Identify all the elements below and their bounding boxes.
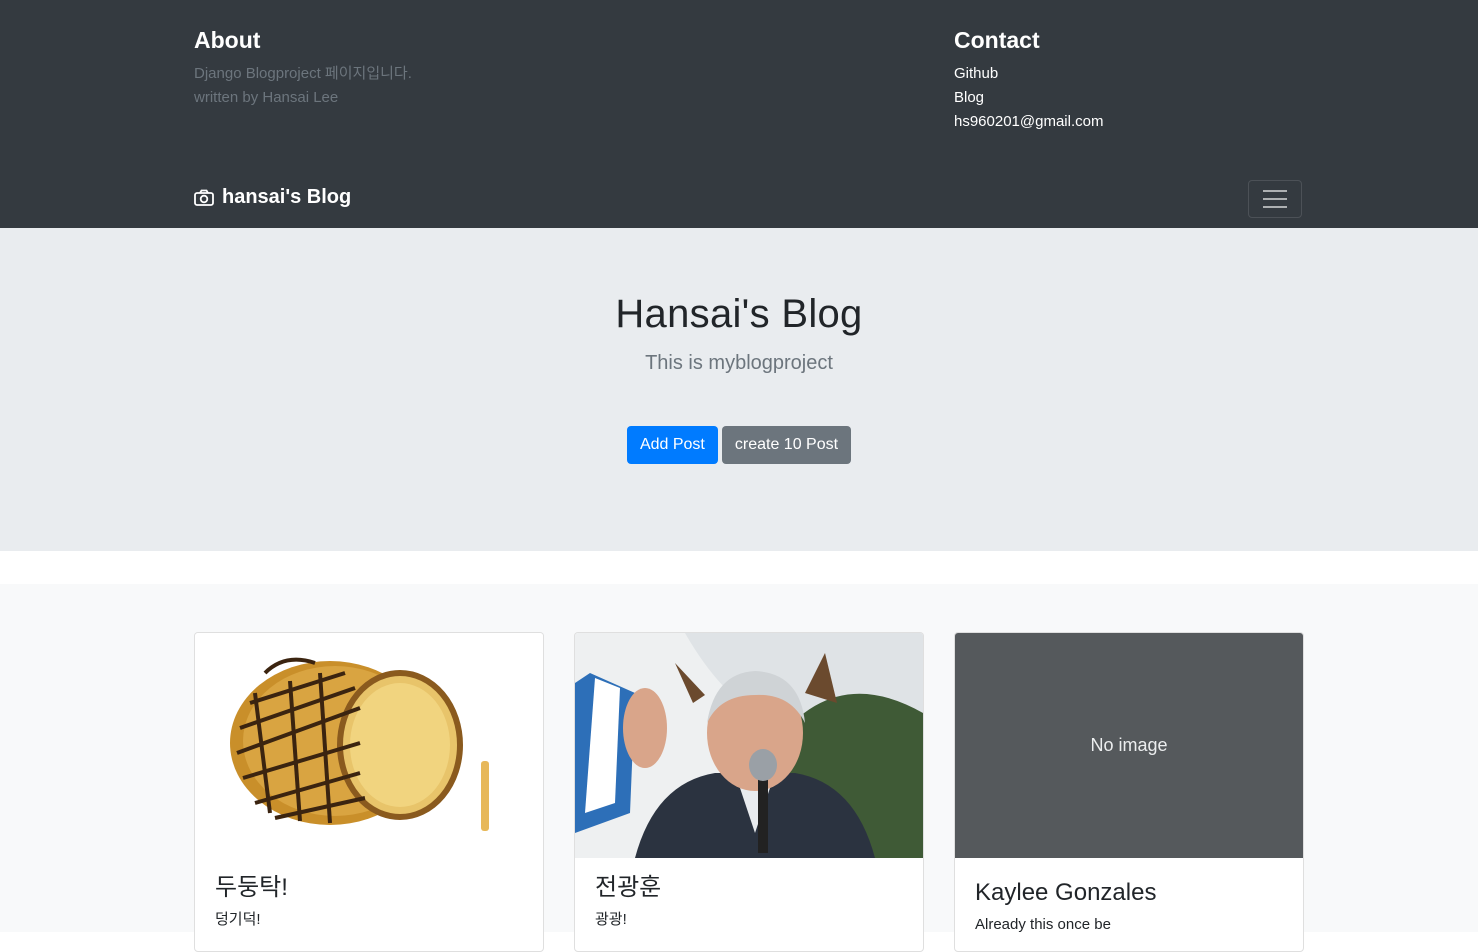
card-text: 광광!	[595, 911, 627, 928]
hamburger-icon	[1263, 190, 1287, 192]
hamburger-icon	[1263, 198, 1287, 200]
card-title: Kaylee Gonzales	[975, 879, 1157, 906]
action-buttons: Add Post create 10 Post	[0, 426, 1478, 464]
post-album: 두둥탁! 덩기덕! 전광훈 광광! No image Kaylee Gonzal…	[0, 584, 1478, 952]
blog-link[interactable]: Blog	[954, 86, 1304, 110]
card-body: 전광훈 광광!	[595, 873, 903, 931]
card-body: Kaylee Gonzales Already this once be	[975, 878, 1283, 936]
create-10-post-button[interactable]: create 10 Post	[721, 426, 852, 464]
card-body: 두둥탁! 덩기덕!	[215, 873, 523, 931]
post-card[interactable]: No image Kaylee Gonzales Already this on…	[954, 632, 1304, 952]
github-link[interactable]: Github	[954, 62, 1304, 86]
camera-icon	[194, 189, 214, 206]
speaker-photo	[575, 633, 923, 858]
no-image-label: No image	[1090, 735, 1168, 755]
card-text: Already this once be	[975, 916, 1111, 933]
contact-section: Contact Github Blog hs960201@gmail.com	[954, 26, 1304, 134]
page-title: Hansai's Blog	[615, 292, 863, 336]
add-post-button[interactable]: Add Post	[626, 426, 718, 464]
about-author: written by Hansai Lee	[194, 89, 339, 106]
card-title: 두둥탁!	[215, 874, 288, 901]
contact-title: Contact	[954, 27, 1040, 53]
about-description: Django Blogproject 페이지입니다.	[194, 65, 412, 82]
email-link[interactable]: hs960201@gmail.com	[954, 110, 1304, 134]
post-card[interactable]: 두둥탁! 덩기덕!	[194, 632, 544, 952]
top-header: About Django Blogproject 페이지입니다. written…	[0, 0, 1478, 228]
drum-image	[195, 633, 543, 858]
about-title: About	[194, 27, 261, 53]
navbar-toggler-button[interactable]	[1248, 180, 1302, 218]
card-title: 전광훈	[595, 874, 662, 901]
jumbotron: Hansai's Blog This is myblogproject Add …	[0, 228, 1478, 551]
post-card[interactable]: 전광훈 광광!	[574, 632, 924, 952]
brand-label: hansai's Blog	[222, 186, 352, 208]
card-text: 덩기덕!	[215, 911, 261, 928]
about-section: About Django Blogproject 페이지입니다. written…	[194, 26, 694, 110]
navbar-brand[interactable]: hansai's Blog	[194, 186, 351, 209]
no-image-placeholder: No image	[955, 633, 1303, 858]
hamburger-icon	[1263, 206, 1287, 208]
page-lead: This is myblogproject	[645, 352, 833, 374]
